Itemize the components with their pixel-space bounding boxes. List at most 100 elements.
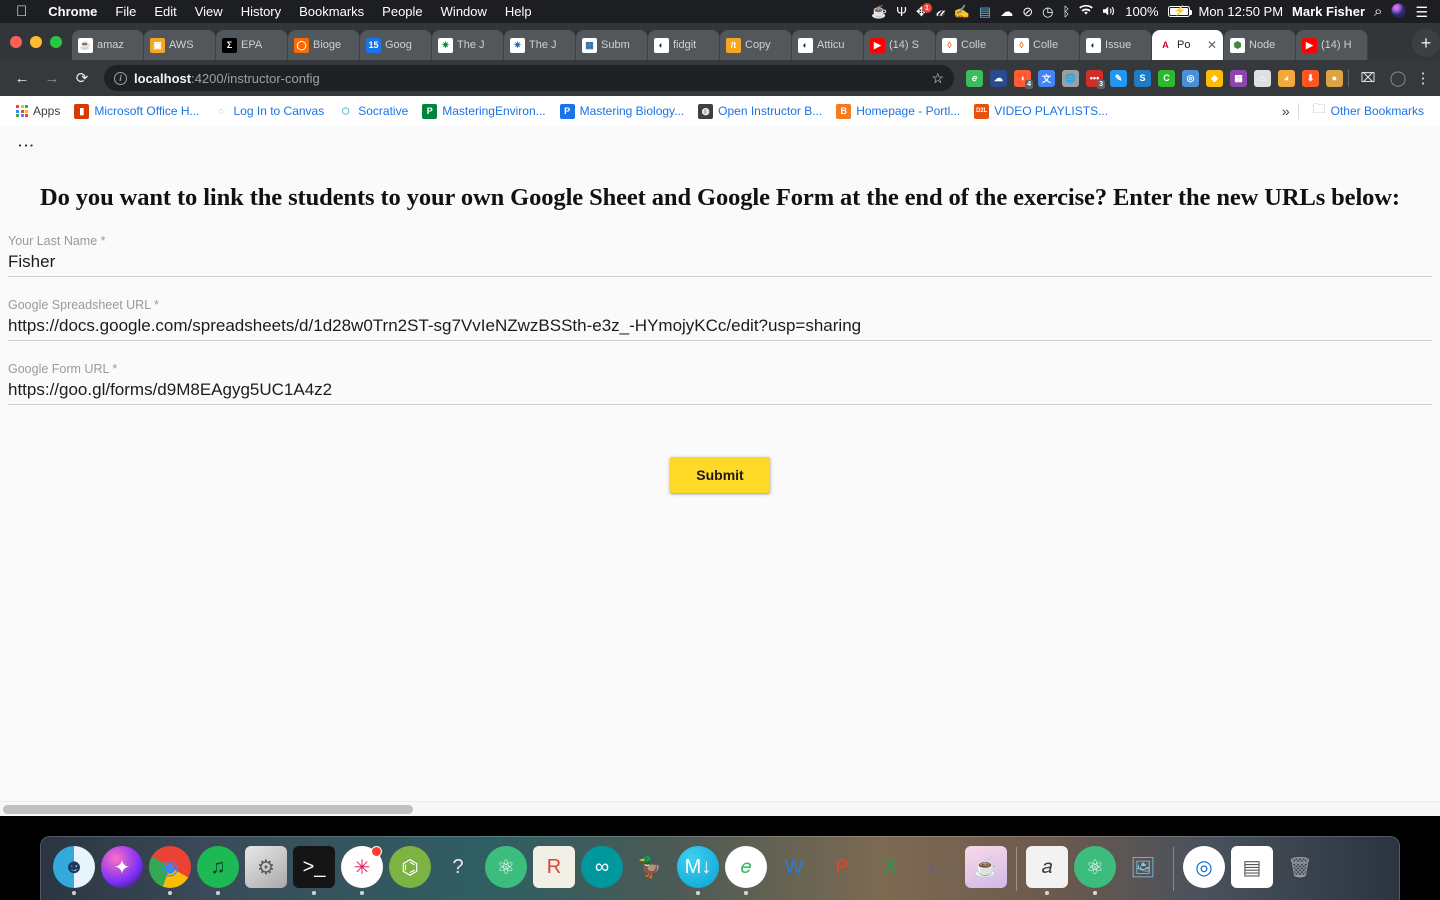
reload-button[interactable]: ⟳ <box>68 64 96 92</box>
dock-item-microsoft-word[interactable]: W <box>771 843 817 895</box>
browser-tab[interactable]: ☕ amaz <box>72 30 144 60</box>
dock-item-evernote[interactable]: 𝑒 <box>723 843 769 895</box>
bookmark-d2l[interactable]: D2L VIDEO PLAYLISTS... <box>968 101 1114 122</box>
notification-center-icon[interactable]: ☰ <box>1415 5 1428 19</box>
dock-item-microsoft-excel[interactable]: X <box>867 843 913 895</box>
browser-tab[interactable]: ◐ Issue <box>1080 30 1152 60</box>
dock-item-terminal[interactable]: >_ <box>291 843 337 895</box>
site-info-icon[interactable]: i <box>114 71 127 85</box>
menu-item-bookmarks[interactable]: Bookmarks <box>290 4 373 19</box>
volume-icon[interactable] <box>1102 5 1116 19</box>
browser-tab[interactable]: /t Copy <box>720 30 792 60</box>
bookmark-pearson-blue[interactable]: P Mastering Biology... <box>554 101 691 122</box>
spotlight-search-icon[interactable]: ⌕ <box>1374 4 1382 19</box>
bookmark-orange-b[interactable]: B Homepage - Portl... <box>830 101 966 122</box>
home-icon[interactable]: ⌂ <box>1254 69 1271 87</box>
evernote-icon[interactable]: 𝑒 <box>966 69 983 87</box>
new-tab-button[interactable]: + <box>1412 29 1440 57</box>
browser-tab[interactable]: ◐ Atticu <box>792 30 864 60</box>
document-icon[interactable]: ▤ <box>979 5 991 18</box>
google-keep-icon[interactable]: ◆ <box>1206 69 1223 87</box>
dock-item-1password[interactable]: ◎ <box>1181 843 1227 895</box>
bluetooth-icon[interactable]: ᛒ <box>1062 5 1070 18</box>
menu-item-chrome[interactable]: Chrome <box>39 4 106 19</box>
coffee-icon[interactable]: ☕ <box>871 5 887 18</box>
close-tab-icon[interactable]: ✕ <box>1207 39 1217 51</box>
scribd-icon[interactable]: S <box>1134 69 1151 87</box>
google-translate-icon[interactable]: 文 <box>1038 69 1055 87</box>
lastpass-icon[interactable]: ••• 3 <box>1086 69 1105 89</box>
browser-tab[interactable]: ◊ Colle <box>936 30 1008 60</box>
dock-item-atom-2[interactable]: ⚛ <box>1072 843 1118 895</box>
bookmark-socrative[interactable]: ⬡ Socrative <box>332 101 414 122</box>
dock-item-preview[interactable]: 🖼 <box>1120 843 1166 895</box>
paint-icon[interactable]: ✍ <box>954 5 970 18</box>
time-machine-icon[interactable]: ◷ <box>1042 5 1053 18</box>
dock-item-downloads-stack[interactable]: ▤ <box>1229 843 1275 895</box>
onedrive-icon[interactable]: ☁ <box>990 69 1007 87</box>
antenna-icon[interactable]: Ψ <box>896 5 907 18</box>
dock-item-siri[interactable]: ✦ <box>99 843 145 895</box>
dock-item-r-studio[interactable]: R <box>531 843 577 895</box>
battery-charging-icon[interactable]: ⚡ <box>1167 6 1192 17</box>
dock-item-google-chrome[interactable]: ◉ <box>147 843 193 895</box>
dock-item-finder[interactable]: ☻ <box>51 843 97 895</box>
dock-item-trash[interactable]: 🗑 <box>1277 843 1323 895</box>
dock-item-android-studio[interactable]: ⌬ <box>387 843 433 895</box>
dock-item-help-viewer[interactable]: ? <box>435 843 481 895</box>
forward-button[interactable]: → <box>38 64 66 92</box>
close-window-button[interactable] <box>10 35 22 48</box>
dock-item-caffeine-preview[interactable]: ☕ <box>963 843 1009 895</box>
bookmark-pearson[interactable]: P MasteringEnviron... <box>416 101 551 122</box>
browser-tab[interactable]: ✷ The J <box>432 30 504 60</box>
bookmark-canvas[interactable]: ◌ Log In to Canvas <box>208 101 331 122</box>
submit-button[interactable]: Submit <box>670 457 770 493</box>
browser-tab[interactable]: ✷ The J <box>504 30 576 60</box>
menu-item-people[interactable]: People <box>373 4 431 19</box>
dock-item-notational-velocity[interactable]: 𝑎 <box>1024 843 1070 895</box>
maximize-window-button[interactable] <box>50 35 62 48</box>
dock-item-cyberduck[interactable]: 🦆 <box>627 843 673 895</box>
browser-tab[interactable]: ▦ Subm <box>576 30 648 60</box>
page-menu-icon[interactable]: ⋮ <box>16 137 35 154</box>
bookmark-globe[interactable]: ◍ Open Instructor B... <box>692 101 828 122</box>
browser-tab[interactable]: Σ EPA <box>216 30 288 60</box>
profile-avatar[interactable]: ◯ <box>1384 64 1412 92</box>
browser-tab[interactable]: 15 Goog <box>360 30 432 60</box>
dock-item-slack[interactable]: ✳ <box>339 843 385 895</box>
browser-tab[interactable]: ▣ AWS <box>144 30 216 60</box>
last-name-field[interactable] <box>8 252 1432 277</box>
globe-icon[interactable]: 🌐 <box>1062 69 1079 87</box>
bookmark-office[interactable]: ▮ Microsoft Office H... <box>68 101 205 122</box>
evernote-icon[interactable]: 𝒶 <box>936 3 945 20</box>
nerd-icon[interactable]: ◕ <box>1278 69 1295 87</box>
menu-item-view[interactable]: View <box>186 4 232 19</box>
menu-item-window[interactable]: Window <box>432 4 496 19</box>
hubspot-icon[interactable]: ◖ 4 <box>1014 69 1033 89</box>
dock-item-system-preferences[interactable]: ⚙ <box>243 843 289 895</box>
bookmark-grid[interactable]: Apps <box>10 101 66 121</box>
browser-tab[interactable]: ▶ (14) H <box>1296 30 1368 60</box>
cookie-icon[interactable]: ● <box>1326 69 1343 87</box>
cloud-icon[interactable]: ☁ <box>1000 5 1013 18</box>
minimize-window-button[interactable] <box>30 35 42 48</box>
form-url-field[interactable] <box>8 380 1432 405</box>
horizontal-scrollbar[interactable] <box>0 801 1440 816</box>
bookmark-star-icon[interactable]: ☆ <box>931 70 944 87</box>
dock-item-arduino[interactable]: ∞ <box>579 843 625 895</box>
apple-menu-icon[interactable]:  <box>8 4 39 19</box>
browser-tab[interactable]: ⬢ Node <box>1224 30 1296 60</box>
bookmarks-overflow-icon[interactable]: » <box>1282 103 1290 119</box>
cast-icon[interactable]: ⌧ <box>1354 64 1382 92</box>
chart-icon[interactable]: ▦ <box>1230 69 1247 87</box>
browser-tab[interactable]: A Po ✕ <box>1152 30 1224 60</box>
dock-item-microsoft-powerpoint[interactable]: P <box>819 843 865 895</box>
download-icon[interactable]: ⬇ <box>1302 69 1319 87</box>
dropbox-icon[interactable]: ✥ 1 <box>916 3 932 18</box>
dock-item-cyberduck-cat[interactable]: ᓚ <box>915 843 961 895</box>
browser-tab[interactable]: ▶ (14) S <box>864 30 936 60</box>
dock-item-atom[interactable]: ⚛ <box>483 843 529 895</box>
dock-item-spotify[interactable]: ♫ <box>195 843 241 895</box>
address-bar[interactable]: i localhost:4200/instructor-config ☆ <box>104 65 954 91</box>
menu-item-edit[interactable]: Edit <box>145 4 185 19</box>
